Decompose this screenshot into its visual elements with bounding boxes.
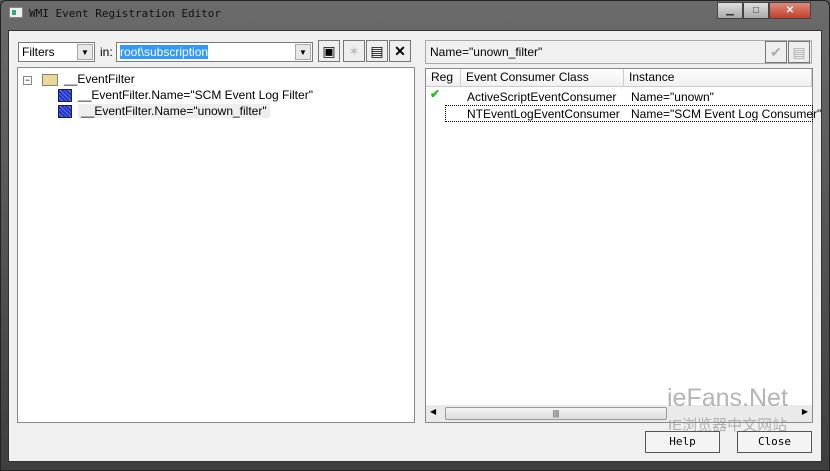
tree-node-root[interactable]: − __EventFilter [23,72,135,86]
collapse-icon[interactable]: − [23,76,32,85]
folder-icon [42,73,58,86]
window-title: WMI Event Registration Editor [29,7,222,20]
row-instance[interactable]: Name="unown" [631,90,714,104]
tree-node-label: __EventFilter.Name="SCM Event Log Filter… [78,88,313,102]
instance-icon [58,89,72,103]
properties-button[interactable]: ▤ [366,40,388,62]
chevron-down-icon[interactable]: ▼ [295,44,311,60]
scroll-thumb[interactable]: ||| [445,407,667,420]
register-button[interactable]: ✔ [765,41,787,63]
app-icon [9,7,23,18]
row-class[interactable]: NTEventLogEventConsumer [467,107,620,121]
in-label: in: [100,45,113,59]
chevron-down-icon[interactable]: ▼ [77,44,93,60]
consumer-properties-button[interactable]: ▤ [788,41,810,63]
namespace-combo[interactable]: root\subscription ▼ [116,42,313,62]
type-select[interactable]: Filters ▼ [18,42,95,62]
consumer-list[interactable]: Reg Event Consumer Class Instance ✔ Acti… [425,68,821,423]
minimize-button[interactable]: ▁ [717,2,743,19]
tree-node-selected[interactable]: __EventFilter.Name="unown_filter" [58,104,270,119]
scroll-right-icon[interactable]: ▶ [802,407,808,416]
help-button[interactable]: Help [645,431,720,453]
maximize-button[interactable]: □ [743,2,769,19]
type-select-value: Filters [22,45,55,59]
column-header-class[interactable]: Event Consumer Class [461,69,624,87]
scroll-left-icon[interactable]: ◀ [430,407,436,416]
column-header-reg[interactable]: Reg [426,69,461,87]
delete-button[interactable]: ✕ [389,40,411,62]
selected-filter-bar: Name="unown_filter" ✔ ▤ [425,40,812,64]
close-button[interactable]: Close [737,431,812,453]
browse-namespace-button[interactable]: ▣ [318,40,340,62]
tree-node-label: __EventFilter.Name="unown_filter" [78,104,270,118]
namespace-value[interactable]: root\subscription [120,45,209,59]
row-instance[interactable]: Name="SCM Event Log Consumer" [631,107,821,121]
close-window-button[interactable]: ✕ [769,2,811,19]
tree-node[interactable]: __EventFilter.Name="SCM Event Log Filter… [58,88,313,103]
row-class[interactable]: ActiveScriptEventConsumer [467,90,616,104]
tree-node-label: __EventFilter [64,72,135,86]
filter-tree[interactable]: − __EventFilter __EventFilter.Name="SCM E… [17,67,415,423]
registered-check-icon: ✔ [430,87,441,101]
new-instance-button[interactable]: ✶ [343,40,365,62]
instance-icon [58,105,72,119]
watermark: ieFans.Net [667,384,788,412]
selected-filter-name: Name="unown_filter" [430,45,543,59]
column-header-instance[interactable]: Instance [624,69,812,87]
